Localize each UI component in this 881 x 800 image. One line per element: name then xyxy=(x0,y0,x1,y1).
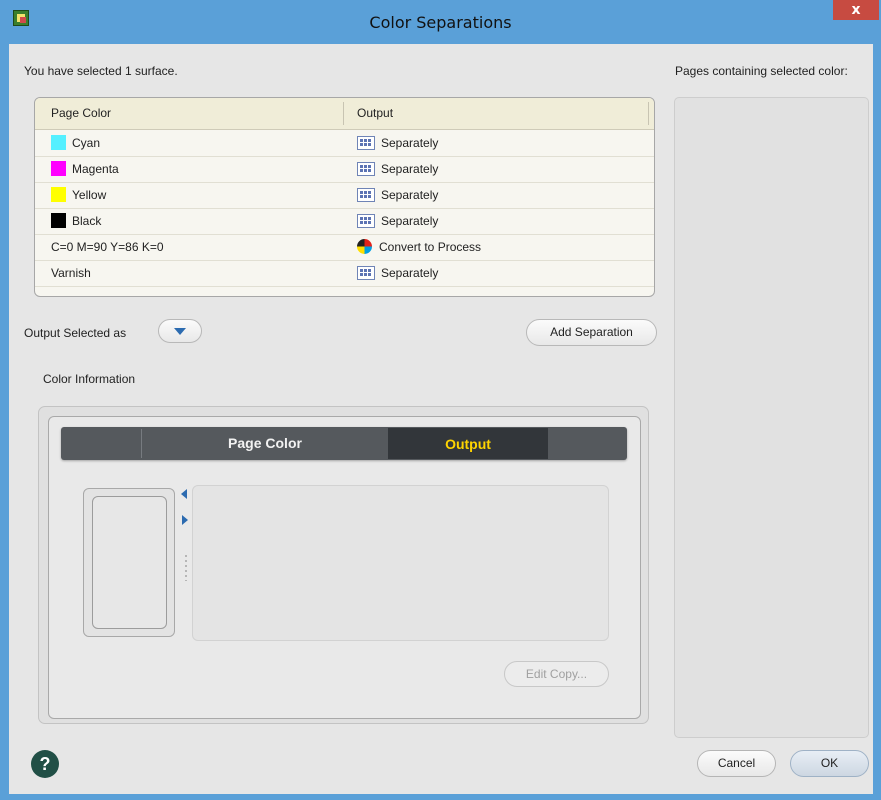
collapse-left-arrow-icon[interactable] xyxy=(181,489,187,499)
table-row[interactable]: Varnish Separately xyxy=(35,260,654,287)
add-separation-button[interactable]: Add Separation xyxy=(526,319,657,346)
separate-grid-icon xyxy=(357,187,375,202)
output-mode: Convert to Process xyxy=(379,240,482,254)
output-mode: Separately xyxy=(381,188,439,202)
dialog-window: Color Separations x You have selected 1 … xyxy=(0,0,881,800)
separate-grid-icon xyxy=(357,161,375,176)
output-mode: Separately xyxy=(381,214,439,228)
column-header-page-color[interactable]: Page Color xyxy=(51,98,111,129)
close-button[interactable]: x xyxy=(833,0,879,20)
table-row[interactable]: Cyan Separately xyxy=(35,130,654,157)
page-color-name: Magenta xyxy=(72,162,119,176)
color-preview-swatch xyxy=(92,496,167,629)
table-header: Page Color Output xyxy=(35,98,654,130)
separate-grid-icon xyxy=(357,135,375,150)
page-color-name: C=0 M=90 Y=86 K=0 xyxy=(51,240,164,254)
tab-output[interactable]: Output xyxy=(388,428,548,459)
column-divider[interactable] xyxy=(343,102,344,125)
cancel-button[interactable]: Cancel xyxy=(697,750,776,777)
help-button[interactable]: ? xyxy=(31,750,59,778)
column-divider[interactable] xyxy=(648,102,649,125)
table-row[interactable]: C=0 M=90 Y=86 K=0 Convert to Process xyxy=(35,234,654,261)
table-row[interactable]: Magenta Separately xyxy=(35,156,654,183)
selection-summary: You have selected 1 surface. xyxy=(24,64,178,78)
edit-copy-button[interactable]: Edit Copy... xyxy=(504,661,609,687)
tab-page-color[interactable]: Page Color xyxy=(142,427,388,460)
output-mode: Separately xyxy=(381,136,439,150)
expand-right-arrow-icon[interactable] xyxy=(182,515,188,525)
output-mode: Separately xyxy=(381,162,439,176)
title-bar: Color Separations x xyxy=(0,0,881,44)
color-swatch xyxy=(51,135,66,151)
color-information-label: Color Information xyxy=(43,372,136,386)
table-row[interactable]: Black Separately xyxy=(35,208,654,235)
splitter-grip-icon[interactable] xyxy=(185,555,187,581)
page-color-name: Yellow xyxy=(72,188,107,202)
page-color-name: Cyan xyxy=(72,136,101,150)
column-header-output[interactable]: Output xyxy=(357,98,393,129)
color-info-detail-area xyxy=(192,485,609,641)
ok-button[interactable]: OK xyxy=(790,750,869,777)
color-swatch xyxy=(51,161,66,177)
separate-grid-icon xyxy=(357,265,375,280)
pages-label: Pages containing selected color: xyxy=(675,64,848,78)
page-color-name: Black xyxy=(72,214,102,228)
window-title: Color Separations xyxy=(369,13,512,32)
color-swatch xyxy=(51,213,66,229)
separations-table: Page Color Output Cyan Separately Magent… xyxy=(34,97,655,297)
separate-grid-icon xyxy=(357,213,375,228)
output-mode: Separately xyxy=(381,266,439,280)
table-row[interactable]: Yellow Separately xyxy=(35,182,654,209)
output-selected-label: Output Selected as xyxy=(24,326,127,340)
output-selected-dropdown[interactable] xyxy=(158,319,202,343)
pages-list-panel[interactable] xyxy=(674,97,869,738)
page-color-name: Varnish xyxy=(51,266,91,280)
color-swatch xyxy=(51,187,66,203)
process-color-icon xyxy=(357,239,372,255)
